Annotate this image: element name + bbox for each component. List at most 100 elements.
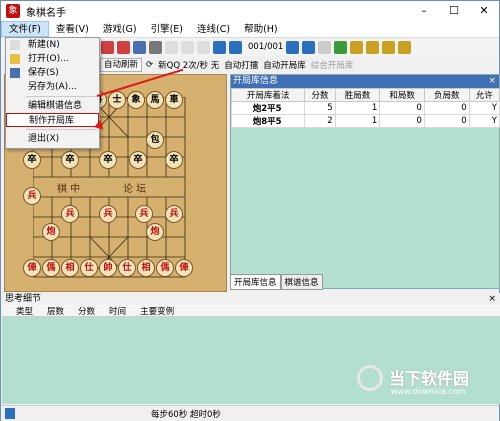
close-button[interactable]: ✕	[469, 1, 499, 21]
toolbar-icon[interactable]	[181, 40, 194, 54]
chess-piece[interactable]: 相	[61, 259, 79, 277]
col-header[interactable]: 时间	[109, 305, 126, 317]
new-file-icon	[10, 40, 20, 50]
table-header[interactable]: 胜局数	[334, 88, 381, 102]
chess-piece[interactable]: 帥	[99, 259, 117, 277]
river-label-right: 论 坛	[123, 184, 147, 195]
tab-opening-info[interactable]: 开局库信息	[230, 274, 281, 290]
menu-help[interactable]: 帮助(H)	[237, 21, 285, 37]
col-header[interactable]: 层数	[47, 305, 64, 317]
allow-cell: Y	[468, 101, 500, 115]
chess-piece[interactable]: 車	[165, 91, 183, 109]
chess-piece[interactable]: 兵	[61, 205, 79, 223]
chess-piece[interactable]: 傌	[42, 259, 60, 277]
combined-library-button[interactable]: 综合开局库	[311, 59, 354, 71]
last-move-icon[interactable]	[302, 40, 316, 54]
table-header[interactable]: 和局数	[379, 88, 425, 102]
menu-label: 保存(S)	[28, 68, 59, 78]
chess-piece[interactable]: 卒	[99, 151, 117, 169]
table-header[interactable]: 开局库着法	[230, 88, 306, 102]
menu-file[interactable]: 文件(F)	[1, 21, 49, 37]
chess-piece[interactable]: 炮	[146, 223, 164, 241]
status-text: 每步60秒 超时0秒	[151, 410, 221, 420]
toolbar-icon[interactable]	[165, 40, 178, 54]
menu-label: 制作开局库	[29, 116, 75, 126]
toolbar-icon[interactable]	[133, 40, 146, 54]
menu-exit[interactable]: 退出(X)	[6, 132, 99, 146]
draw-cell: 0	[379, 114, 425, 128]
chess-piece[interactable]: 卒	[129, 151, 147, 169]
col-header[interactable]: 分数	[78, 305, 95, 317]
river-label-left: 棋 中	[57, 184, 81, 195]
status-icon	[5, 408, 15, 419]
toolbar-icon[interactable]	[117, 40, 130, 54]
menu-engine[interactable]: 引擎(E)	[144, 21, 190, 37]
chess-piece[interactable]: 俥	[175, 259, 193, 277]
chess-piece[interactable]: 仕	[80, 259, 98, 277]
toolbar-icon[interactable]	[382, 40, 396, 54]
chess-piece[interactable]: 俥	[23, 259, 41, 277]
maximize-button[interactable]: ☐	[439, 1, 469, 21]
next-move-icon[interactable]	[286, 40, 300, 54]
toolbar-icon[interactable]	[101, 40, 114, 54]
chess-piece[interactable]: 傌	[156, 259, 174, 277]
chess-piece[interactable]: 卒	[165, 151, 183, 169]
title-bar: 象 象棋名手 – ☐ ✕	[1, 1, 499, 21]
first-move-icon[interactable]	[213, 40, 226, 54]
chess-piece[interactable]: 炮	[42, 223, 60, 241]
app-icon: 象	[6, 4, 20, 18]
toolbar-icon[interactable]	[334, 40, 348, 54]
col-header[interactable]: 类型	[16, 305, 33, 317]
chess-piece[interactable]: 相	[137, 259, 155, 277]
table-row[interactable]: 炮8平5 2 1 0 0 Y	[230, 114, 500, 128]
chess-piece[interactable]: 兵	[99, 205, 117, 223]
menu-connect[interactable]: 连线(C)	[190, 21, 237, 37]
menu-game[interactable]: 游戏(G)	[96, 21, 144, 37]
table-row[interactable]: 炮2平5 5 1 0 0 Y	[230, 101, 500, 115]
loss-cell: 0	[423, 101, 470, 115]
move-counter: 001/001	[248, 42, 284, 52]
close-icon[interactable]: ×	[488, 293, 496, 305]
auto-play-button[interactable]: 自动打擂	[224, 59, 258, 71]
menu-save[interactable]: 保存(S)	[6, 66, 99, 80]
refresh-icon[interactable]: ⟳	[146, 60, 153, 70]
menu-new[interactable]: 新建(N)	[6, 38, 99, 52]
tab-record-info[interactable]: 棋谱信息	[280, 274, 323, 290]
toolbar-icon[interactable]	[366, 40, 380, 54]
menu-make-library[interactable]: 制作开局库	[6, 113, 99, 127]
table-header[interactable]: 负局数	[423, 88, 470, 102]
auto-refresh-button[interactable]: 自动刷新	[100, 58, 143, 72]
chess-piece[interactable]: 象	[127, 91, 145, 109]
toolbar-icon[interactable]	[350, 40, 364, 54]
auto-library-button[interactable]: 自动开局库	[263, 59, 306, 71]
chess-piece[interactable]: 兵	[23, 187, 41, 205]
search-icon[interactable]	[149, 40, 162, 54]
menu-view[interactable]: 查看(V)	[49, 21, 96, 37]
table-header[interactable]: 分数	[304, 88, 336, 102]
opening-table: 开局库着法 分数 胜局数 和局数 负局数 允许 炮2平5 5 1 0 0 Y 炮…	[230, 88, 500, 128]
toolbar-icon[interactable]	[197, 40, 210, 54]
chess-piece[interactable]: 包	[146, 131, 164, 149]
chess-piece[interactable]: 卒	[23, 151, 41, 169]
chess-piece[interactable]: 士	[108, 91, 126, 109]
chess-piece[interactable]: 馬	[146, 91, 164, 109]
menu-label: 另存为(A)...	[28, 82, 77, 92]
minimize-button[interactable]: –	[409, 1, 439, 21]
menu-open[interactable]: 打开(O)...	[6, 52, 99, 66]
table-header[interactable]: 允许	[468, 88, 500, 102]
toolbar-icon[interactable]	[318, 40, 332, 54]
menu-save-as[interactable]: 另存为(A)...	[6, 80, 99, 94]
prev-move-icon[interactable]	[229, 40, 242, 54]
win-cell: 1	[334, 101, 381, 115]
save-icon	[10, 68, 20, 78]
col-header[interactable]: 主要变例	[140, 305, 174, 317]
chess-piece[interactable]: 仕	[118, 259, 136, 277]
menu-divider	[26, 96, 97, 97]
toolbar-icon[interactable]	[398, 40, 412, 54]
chess-piece[interactable]: 兵	[165, 205, 183, 223]
menu-edit-record[interactable]: 编辑棋谱信息	[6, 99, 99, 113]
chess-piece[interactable]: 卒	[61, 151, 79, 169]
engine-status: 新QQ 2次/秒 无	[158, 61, 220, 71]
chess-piece[interactable]: 兵	[135, 205, 153, 223]
close-icon[interactable]: ×	[488, 75, 496, 88]
